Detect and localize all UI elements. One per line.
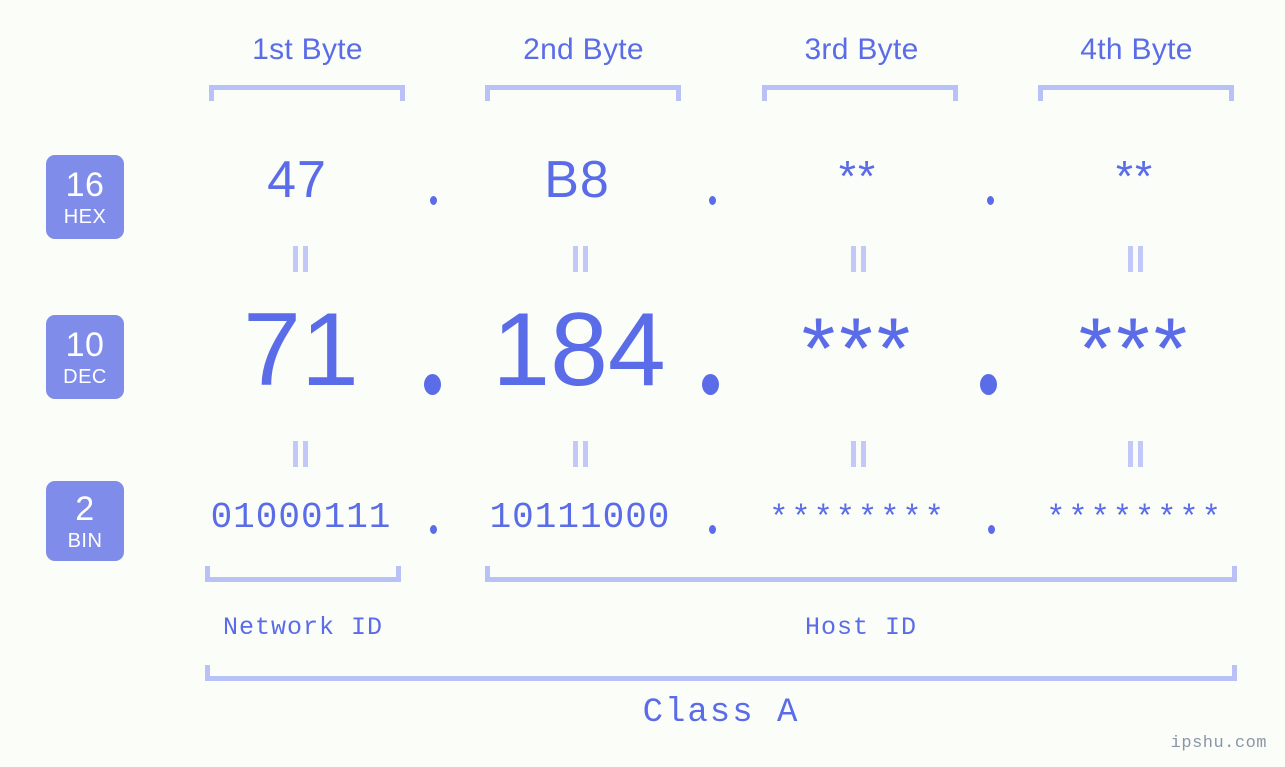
byte-header-3: 3rd Byte — [804, 33, 919, 66]
bin-dot-1 — [430, 525, 437, 534]
equals-mark-hex-dec-2 — [572, 246, 590, 272]
dec-byte-2: 184 — [492, 292, 666, 408]
dec-dot-3 — [980, 374, 997, 395]
base-badge-bin-name: BIN — [67, 529, 103, 552]
bin-dot-3 — [988, 525, 995, 534]
dec-byte-1: 71 — [243, 292, 359, 408]
hex-dot-1 — [430, 196, 437, 205]
bin-byte-2: 10111000 — [489, 497, 671, 538]
bin-byte-4: ******** — [1046, 500, 1224, 537]
base-badge-bin-number: 2 — [75, 489, 95, 528]
bin-byte-1: 01000111 — [210, 497, 392, 538]
network-id-label: Network ID — [222, 613, 384, 642]
equals-mark-dec-bin-2 — [572, 441, 590, 467]
class-bracket — [205, 665, 1237, 681]
byte-header-4: 4th Byte — [1080, 33, 1193, 66]
ip-byte-diagram: 1st Byte 2nd Byte 3rd Byte 4th Byte 16 H… — [0, 0, 1285, 767]
byte-header-2: 2nd Byte — [523, 33, 644, 66]
dec-dot-2 — [702, 374, 719, 395]
base-badge-hex-number: 16 — [65, 165, 105, 204]
site-watermark: ipshu.com — [1170, 734, 1267, 753]
class-label: Class A — [642, 694, 800, 732]
base-badge-hex-name: HEX — [63, 205, 107, 228]
base-badge-dec: 10 DEC — [46, 315, 124, 399]
hex-byte-4: ** — [1115, 152, 1155, 201]
hex-dot-2 — [709, 196, 716, 205]
host-id-label: Host ID — [804, 613, 918, 642]
hex-dot-3 — [987, 196, 994, 205]
equals-mark-hex-dec-3 — [850, 246, 868, 272]
equals-mark-hex-dec-1 — [292, 246, 310, 272]
byte-header-1: 1st Byte — [252, 33, 363, 66]
byte-bracket-2 — [485, 85, 681, 101]
hex-byte-2: B8 — [544, 151, 610, 209]
equals-mark-dec-bin-1 — [292, 441, 310, 467]
byte-bracket-3 — [762, 85, 958, 101]
byte-bracket-4 — [1038, 85, 1234, 101]
bin-byte-3: ******** — [769, 500, 947, 537]
hex-byte-3: ** — [838, 152, 878, 201]
host-id-bracket — [485, 566, 1237, 582]
dec-byte-4: *** — [1078, 301, 1192, 397]
network-id-bracket — [205, 566, 401, 582]
base-badge-dec-name: DEC — [63, 365, 107, 388]
base-badge-hex: 16 HEX — [46, 155, 124, 239]
byte-bracket-1 — [209, 85, 405, 101]
hex-byte-1: 47 — [267, 151, 327, 209]
equals-mark-dec-bin-4 — [1127, 441, 1145, 467]
dec-dot-1 — [424, 374, 441, 395]
equals-mark-hex-dec-4 — [1127, 246, 1145, 272]
bin-dot-2 — [709, 525, 716, 534]
equals-mark-dec-bin-3 — [850, 441, 868, 467]
base-badge-bin: 2 BIN — [46, 481, 124, 561]
dec-byte-3: *** — [801, 301, 915, 397]
base-badge-dec-number: 10 — [65, 325, 105, 364]
